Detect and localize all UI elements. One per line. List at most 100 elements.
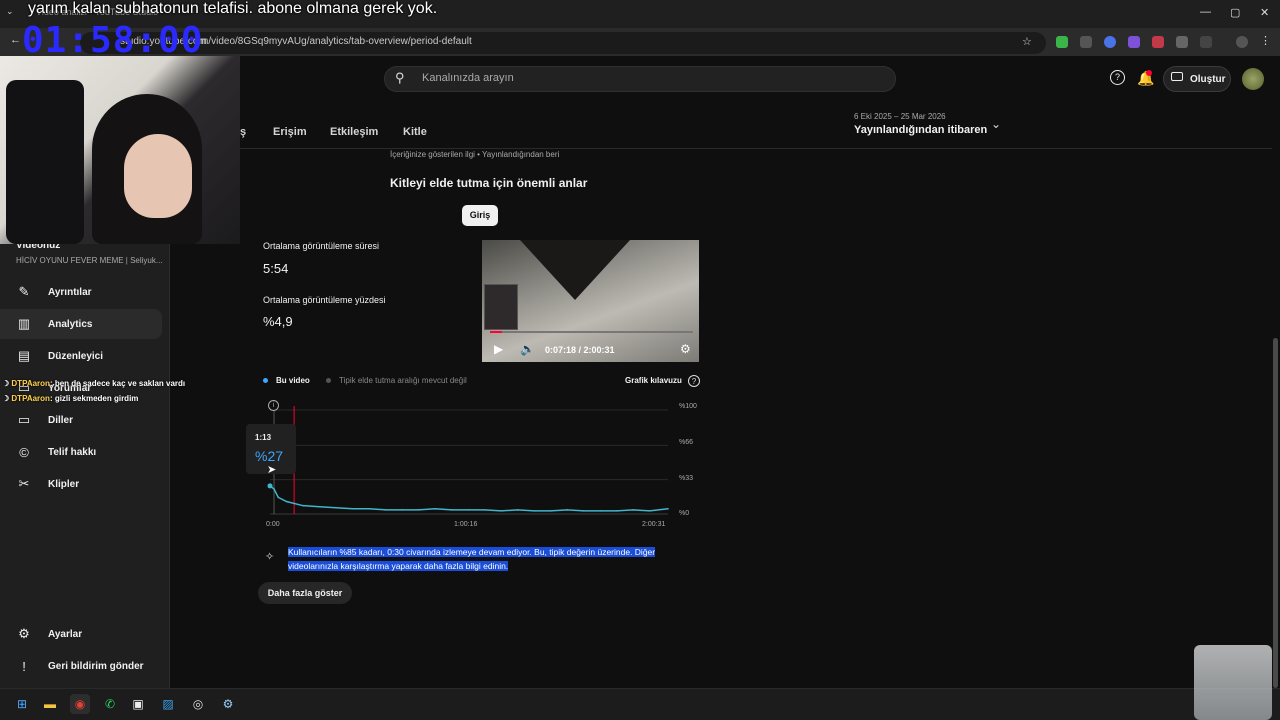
extensions-puzzle-icon[interactable] — [1200, 36, 1212, 48]
data-point — [566, 509, 569, 511]
extension-icon[interactable] — [1056, 36, 1068, 48]
copyright-icon: © — [19, 444, 29, 460]
data-point — [549, 510, 552, 512]
period-label[interactable]: Yayınlandığından itibaren — [854, 124, 987, 136]
minimize-icon[interactable]: — — [1200, 6, 1211, 18]
volume-icon[interactable]: 🔈 — [520, 342, 535, 356]
mouse-cursor-icon: ➤ — [267, 464, 277, 476]
player-progress-track[interactable] — [490, 331, 693, 333]
sidebar-item-languages[interactable]: ▭ Diller — [0, 405, 162, 435]
browser-menu-icon[interactable]: ⋮ — [1260, 34, 1271, 47]
data-point — [368, 508, 370, 510]
sparkle-icon: ✧ — [265, 551, 275, 563]
sidebar-item-clips[interactable]: ✂ Klipler — [0, 469, 162, 499]
info-icon[interactable]: i — [268, 400, 279, 411]
stream-caption: yarım kalan subhatonun telafisi. abone o… — [28, 0, 438, 17]
data-point — [533, 510, 535, 512]
data-point — [384, 509, 387, 511]
chart-guide-link[interactable]: Grafik kılavuzu — [625, 376, 682, 385]
retention-chart[interactable] — [260, 398, 680, 520]
y-tick-label: %66 — [679, 439, 694, 446]
tab-search-icon[interactable]: ⌄ — [6, 6, 14, 17]
profile-icon[interactable] — [1236, 36, 1248, 48]
bookmark-star-icon[interactable]: ☆ — [1022, 35, 1032, 48]
windows-start-icon[interactable]: ⊞ — [12, 694, 32, 714]
sidebar-video-title: HİCİV OYUNU FEVER MEME | Seliyuk... — [16, 256, 163, 265]
data-point — [667, 508, 669, 510]
data-point — [318, 505, 321, 508]
obs-icon[interactable]: ◎ — [188, 694, 208, 714]
extension-icon[interactable] — [1176, 36, 1188, 48]
gear-icon: ⚙ — [18, 626, 30, 641]
player-settings-icon[interactable]: ⚙ — [680, 342, 691, 356]
play-icon[interactable]: ▶ — [494, 342, 503, 356]
legend-dot — [263, 378, 268, 384]
data-point — [302, 504, 304, 507]
data-point — [599, 510, 602, 512]
whatsapp-icon[interactable]: ✆ — [100, 694, 120, 714]
x-tick-label: 0:00 — [266, 521, 280, 528]
chevron-down-icon[interactable]: ⌄ — [991, 117, 1001, 131]
feedback-icon: ! — [22, 658, 26, 674]
metric-label: Ortalama görüntüleme yüzdesi — [263, 295, 386, 305]
file-explorer-icon[interactable]: ▬ — [40, 694, 60, 714]
tooltip-time: 1:13 — [255, 433, 272, 442]
back-icon[interactable]: ← — [10, 34, 21, 46]
subtitles-icon: ▭ — [17, 412, 31, 427]
search-icon: ⚲ — [395, 70, 405, 85]
sidebar-item-settings[interactable]: ⚙ Ayarlar — [0, 619, 162, 649]
period-range[interactable]: 6 Eki 2025 – 25 Mar 2026 — [854, 112, 946, 121]
data-point — [417, 509, 420, 511]
data-point — [648, 510, 651, 512]
show-more-button[interactable]: Daha fazla göster — [258, 582, 352, 604]
data-point — [632, 509, 635, 511]
moon-icon: ☽ — [2, 379, 10, 388]
extension-icon[interactable] — [1152, 36, 1164, 48]
create-video-icon — [1171, 72, 1183, 81]
retention-line — [269, 485, 669, 512]
help-icon[interactable]: ? — [688, 375, 700, 387]
maximize-icon[interactable]: ▢ — [1230, 6, 1240, 19]
sidebar-item-analytics[interactable]: ▥ Analytics — [0, 309, 162, 339]
tab-reach[interactable]: Erişim — [273, 126, 307, 138]
data-point — [500, 510, 502, 512]
extension-icon[interactable] — [1104, 36, 1116, 48]
extension-icon[interactable] — [1080, 36, 1092, 48]
intro-button[interactable]: Giriş — [462, 205, 498, 226]
data-point — [434, 508, 436, 510]
data-point — [483, 509, 486, 511]
metric-value: 5:54 — [263, 261, 289, 276]
avatar[interactable] — [1242, 68, 1264, 90]
legend-typical: Tipik elde tutma aralığı mevcut değil — [326, 376, 467, 385]
scissors-icon: ✂ — [18, 476, 30, 491]
desktop-glass-widget — [1194, 645, 1272, 720]
x-tick-label: 1:00:16 — [454, 521, 478, 528]
scrollbar-thumb[interactable] — [1273, 338, 1278, 688]
close-icon[interactable]: ✕ — [1260, 6, 1269, 19]
sidebar-item-details[interactable]: ✎ Ayrıntılar — [0, 277, 162, 307]
tab-audience[interactable]: Kitle — [403, 126, 427, 138]
chat-message: ☽ DTPAaron: ben de sadece kaç ve saklan … — [2, 379, 186, 388]
section-subtitle: İçeriğinize gösterilen ilgi • Yayınlandı… — [390, 150, 560, 159]
photos-icon[interactable]: ▨ — [158, 694, 178, 714]
tab-engagement[interactable]: Etkileşim — [330, 126, 378, 138]
sidebar-item-feedback[interactable]: ! Geri bildirim gönder — [0, 651, 162, 681]
search-placeholder: Kanalınızda arayın — [422, 72, 514, 84]
legend-this-video: Bu video — [263, 376, 310, 385]
data-point — [273, 488, 275, 490]
tab-overview[interactable]: ş — [240, 126, 246, 138]
chrome-icon[interactable]: ◉ — [70, 694, 90, 714]
app-icon[interactable]: ▣ — [128, 694, 148, 714]
data-point — [285, 500, 288, 503]
extension-icon[interactable] — [1128, 36, 1140, 48]
steam-icon[interactable]: ⚙ — [218, 694, 238, 714]
data-point — [335, 506, 337, 509]
x-tick-label: 2:00:31 — [642, 521, 666, 528]
url-text[interactable]: m/video/8GSq9myvAUg/analytics/tab-overvi… — [200, 36, 472, 47]
data-point — [516, 509, 519, 511]
sidebar-item-editor[interactable]: ▤ Düzenleyici — [0, 341, 162, 371]
help-icon[interactable]: ? — [1110, 70, 1125, 85]
data-point — [401, 509, 403, 511]
data-point — [351, 508, 354, 510]
sidebar-item-copyright[interactable]: © Telif hakkı — [0, 437, 162, 467]
